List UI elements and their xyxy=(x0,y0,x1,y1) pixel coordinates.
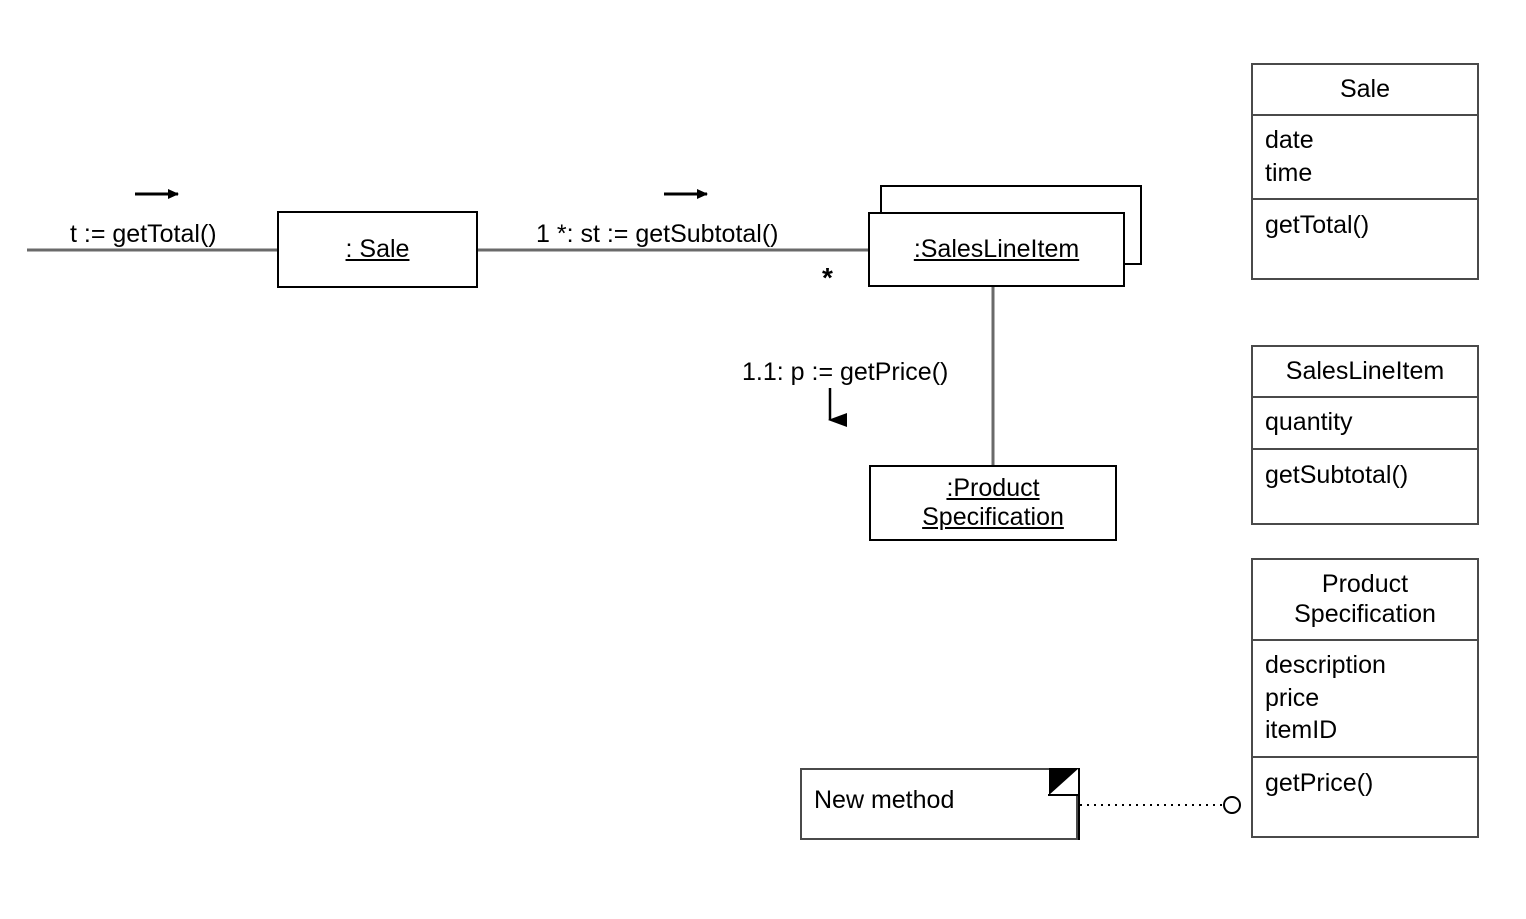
class-box-sale[interactable]: Sale date time getTotal() xyxy=(1251,63,1479,280)
multiplicity-marker-salesLineItem: * xyxy=(822,262,833,293)
object-box-salesLineItem[interactable]: :SalesLineItem xyxy=(868,212,1125,287)
note-fold-corner-icon xyxy=(1049,768,1079,795)
uml-diagram-canvas: t := getTotal() 1 *: st := getSubtotal()… xyxy=(0,0,1526,919)
message-label-getTotal: t := getTotal() xyxy=(70,220,217,248)
class-box-salesLineItem[interactable]: SalesLineItem quantity getSubtotal() xyxy=(1251,345,1479,525)
note-fold-edge xyxy=(1048,794,1080,796)
object-label-productSpecification: :Product Specification xyxy=(922,474,1064,531)
class-name-salesLineItem: SalesLineItem xyxy=(1253,347,1477,398)
class-operations-productSpecification: getPrice() xyxy=(1265,768,1374,797)
object-box-sale[interactable]: : Sale xyxy=(277,211,478,288)
class-attributes-productSpecification: description price itemID xyxy=(1253,641,1477,758)
class-box-productSpecification[interactable]: Product Specification description price … xyxy=(1251,558,1479,838)
object-box-productSpecification[interactable]: :Product Specification xyxy=(869,465,1117,541)
class-name-productSpecification: Product Specification xyxy=(1253,560,1477,641)
object-label-salesLineItem: :SalesLineItem xyxy=(913,235,1080,263)
class-name-sale: Sale xyxy=(1253,65,1477,116)
note-text-new-method: New method xyxy=(814,786,955,814)
message-label-getSubtotal: 1 *: st := getSubtotal() xyxy=(536,220,779,248)
class-operations-sale: getTotal() xyxy=(1265,211,1370,239)
object-label-sale: : Sale xyxy=(345,235,410,263)
class-attributes-sale: date time xyxy=(1253,116,1477,200)
message-label-getPrice: 1.1: p := getPrice() xyxy=(742,358,949,386)
note-right-edge xyxy=(1078,768,1080,840)
note-anchor-circle xyxy=(1223,796,1241,814)
class-attributes-salesLineItem: quantity xyxy=(1253,398,1477,450)
class-operations-salesLineItem: getSubtotal() xyxy=(1265,460,1409,489)
